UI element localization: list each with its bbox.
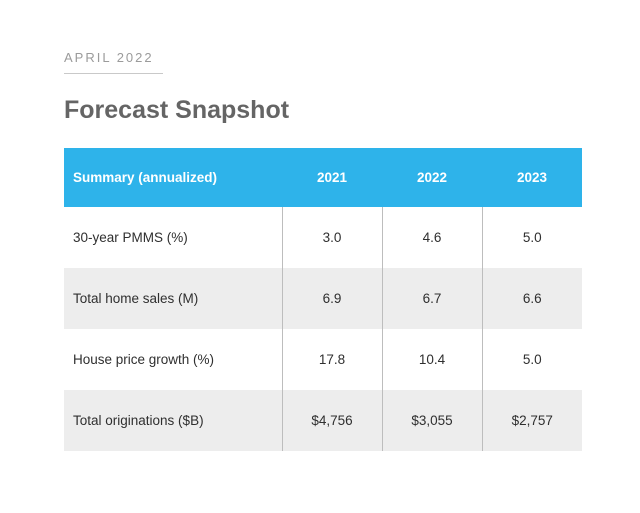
cell-value: 5.0	[481, 207, 582, 268]
cell-value: $2,757	[481, 390, 582, 451]
eyebrow-divider	[64, 73, 163, 74]
column-header-summary: Summary (annualized)	[64, 148, 282, 207]
forecast-snapshot-page: APRIL 2022 Forecast Snapshot Summary (an…	[0, 0, 640, 513]
cell-value: 6.7	[381, 268, 482, 329]
column-header-2021: 2021	[282, 148, 382, 207]
cell-value: 6.9	[281, 268, 382, 329]
cell-value: 3.0	[281, 207, 382, 268]
row-label: Total originations ($B)	[64, 390, 282, 451]
cell-value: 17.8	[281, 329, 382, 390]
table-header: Summary (annualized) 2021 2022 2023	[64, 148, 582, 207]
table-row: 30-year PMMS (%) 3.0 4.6 5.0	[64, 207, 582, 268]
cell-value: $4,756	[281, 390, 382, 451]
row-label: House price growth (%)	[64, 329, 282, 390]
row-label: 30-year PMMS (%)	[64, 207, 282, 268]
column-header-2022: 2022	[382, 148, 482, 207]
column-header-2023: 2023	[482, 148, 582, 207]
eyebrow-block: APRIL 2022	[64, 50, 163, 74]
eyebrow-date: APRIL 2022	[64, 50, 154, 65]
cell-value: 6.6	[481, 268, 582, 329]
cell-value: 4.6	[381, 207, 482, 268]
row-label: Total home sales (M)	[64, 268, 282, 329]
table-header-row: Summary (annualized) 2021 2022 2023	[64, 148, 582, 207]
table-row: House price growth (%) 17.8 10.4 5.0	[64, 329, 582, 390]
table-row: Total originations ($B) $4,756 $3,055 $2…	[64, 390, 582, 451]
cell-value: $3,055	[381, 390, 482, 451]
cell-value: 10.4	[381, 329, 482, 390]
table-row: Total home sales (M) 6.9 6.7 6.6	[64, 268, 582, 329]
forecast-table: Summary (annualized) 2021 2022 2023 30-y…	[64, 148, 582, 451]
page-title: Forecast Snapshot	[64, 96, 290, 124]
table-body: 30-year PMMS (%) 3.0 4.6 5.0 Total home …	[64, 207, 582, 451]
cell-value: 5.0	[481, 329, 582, 390]
